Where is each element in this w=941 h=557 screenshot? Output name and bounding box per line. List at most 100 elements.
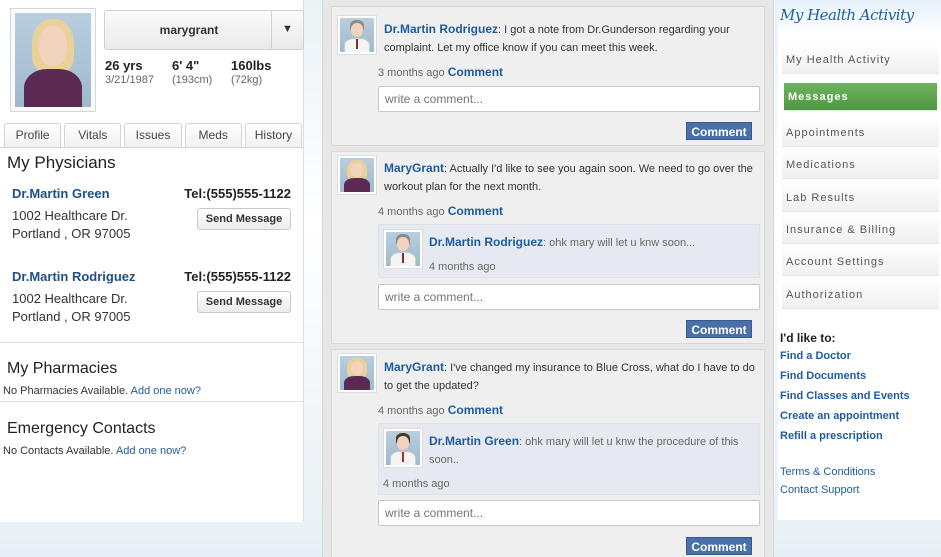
post-meta: 3 months ago Comment bbox=[378, 65, 503, 79]
height-metric: (193cm) bbox=[172, 74, 213, 86]
physician-address: 1002 Healthcare Dr. Portland , OR 97005 bbox=[12, 207, 131, 243]
birthdate-value: 3/21/1987 bbox=[105, 74, 154, 86]
message-feed: Dr.Martin Rodriguez: I got a note from D… bbox=[322, 0, 774, 557]
comment-button[interactable]: Comment bbox=[686, 320, 752, 338]
avatar bbox=[383, 229, 423, 269]
post-meta: 4 months ago Comment bbox=[378, 403, 503, 417]
comment-link[interactable]: Comment bbox=[448, 204, 503, 218]
physician-name-link[interactable]: Dr.Martin Green bbox=[12, 186, 110, 201]
weight-stat: 160lbs (72kg) bbox=[231, 58, 271, 86]
add-pharmacy-link[interactable]: Add one now? bbox=[131, 385, 201, 397]
send-message-button[interactable]: Send Message bbox=[197, 291, 291, 313]
address-line: 1002 Healthcare Dr. bbox=[12, 208, 128, 223]
message-post: MaryGrant: I've changed my insurance to … bbox=[331, 349, 765, 557]
logo-text: My Health Activity bbox=[780, 6, 914, 24]
comment-link[interactable]: Comment bbox=[448, 65, 503, 79]
contacts-note: No Contacts Available. Add one now? bbox=[3, 445, 186, 457]
profile-tabs: Profile Vitals Issues Meds History bbox=[4, 123, 303, 147]
avatar bbox=[15, 13, 91, 107]
sidebar-item-account-settings[interactable]: Account Settings bbox=[782, 248, 939, 276]
empty-text: No Pharmacies Available. bbox=[3, 385, 129, 397]
sidebar-item-appointments[interactable]: Appointments bbox=[782, 119, 939, 147]
pharmacies-note: No Pharmacies Available. Add one now? bbox=[3, 385, 201, 397]
post-body: Dr.Martin Rodriguez: I got a note from D… bbox=[384, 20, 756, 57]
author-link[interactable]: MaryGrant bbox=[384, 360, 444, 374]
post-body: MaryGrant: I've changed my insurance to … bbox=[384, 358, 758, 395]
find-doctor-link[interactable]: Find a Doctor bbox=[780, 350, 851, 362]
physicians-title: My Physicians bbox=[7, 153, 116, 172]
age-value: 26 yrs bbox=[105, 58, 143, 73]
tab-history[interactable]: History bbox=[244, 123, 303, 147]
find-documents-link[interactable]: Find Documents bbox=[780, 370, 866, 382]
timestamp: 4 months ago bbox=[383, 478, 450, 490]
comment-input[interactable] bbox=[378, 284, 760, 310]
address-line: 1002 Healthcare Dr. bbox=[12, 291, 128, 306]
user-menu-button[interactable]: marygrant ▼ bbox=[104, 10, 304, 50]
sidebar-item-messages[interactable]: Messages bbox=[784, 83, 937, 111]
address-line: Portland , OR 97005 bbox=[12, 226, 131, 241]
empty-text: No Contacts Available. bbox=[3, 445, 114, 457]
sidebar-item-medications[interactable]: Medications bbox=[782, 151, 939, 179]
section-divider bbox=[0, 401, 304, 402]
sidebar-item-lab-results[interactable]: Lab Results bbox=[782, 184, 939, 212]
add-contact-link[interactable]: Add one now? bbox=[116, 445, 186, 457]
contact-support-link[interactable]: Contact Support bbox=[780, 484, 860, 496]
chevron-down-icon[interactable]: ▼ bbox=[271, 11, 303, 49]
weight-metric: (72kg) bbox=[231, 74, 263, 86]
comment-input[interactable] bbox=[378, 86, 760, 112]
height-value: 6' 4" bbox=[172, 58, 200, 73]
timestamp: 4 months ago bbox=[378, 405, 445, 417]
reply-body: Dr.Martin Green: ohk mary will let u knw… bbox=[429, 432, 749, 469]
username-label: marygrant bbox=[159, 23, 219, 37]
refill-prescription-link[interactable]: Refill a prescription bbox=[780, 430, 883, 442]
profile-photo[interactable] bbox=[10, 8, 96, 112]
reply: Dr.Martin Green: ohk mary will let u knw… bbox=[378, 423, 760, 495]
height-stat: 6' 4" (193cm) bbox=[172, 58, 212, 86]
comment-button[interactable]: Comment bbox=[686, 537, 752, 555]
tab-profile[interactable]: Profile bbox=[4, 123, 62, 147]
author-link[interactable]: Dr.Martin Rodriguez bbox=[384, 22, 498, 36]
comment-input[interactable] bbox=[378, 500, 760, 526]
post-meta: 4 months ago Comment bbox=[378, 204, 503, 218]
avatar bbox=[337, 15, 377, 55]
author-link[interactable]: MaryGrant bbox=[384, 161, 444, 175]
terms-link[interactable]: Terms & Conditions bbox=[780, 466, 875, 478]
address-line: Portland , OR 97005 bbox=[12, 309, 131, 324]
reply-body: Dr.Martin Rodriguez: ohk mary will let u… bbox=[429, 233, 755, 252]
author-link[interactable]: Dr.Martin Green bbox=[429, 434, 519, 448]
reply: Dr.Martin Rodriguez: ohk mary will let u… bbox=[378, 224, 760, 278]
avatar bbox=[337, 155, 377, 195]
timestamp: 4 months ago bbox=[429, 261, 496, 273]
comment-link[interactable]: Comment bbox=[448, 403, 503, 417]
contacts-title: Emergency Contacts bbox=[7, 420, 156, 437]
physician-name-link[interactable]: Dr.Martin Rodriguez bbox=[12, 269, 136, 284]
sidebar-item-insurance-billing[interactable]: Insurance & Billing bbox=[782, 216, 939, 244]
timestamp: 3 months ago bbox=[378, 67, 445, 79]
create-appointment-link[interactable]: Create an appointment bbox=[780, 410, 899, 422]
logo[interactable]: My Health Activity bbox=[778, 0, 941, 36]
reply-text: : ohk mary will let u knw soon... bbox=[543, 237, 696, 249]
sidebar: My Health Activity My Health Activity Me… bbox=[778, 0, 941, 520]
comment-button[interactable]: Comment bbox=[686, 122, 752, 140]
timestamp: 4 months ago bbox=[378, 206, 445, 218]
tab-meds[interactable]: Meds bbox=[184, 123, 242, 147]
sidebar-item-my-health-activity[interactable]: My Health Activity bbox=[782, 46, 939, 74]
avatar bbox=[383, 428, 423, 468]
author-link[interactable]: Dr.Martin Rodriguez bbox=[429, 235, 543, 249]
profile-panel: marygrant ▼ 26 yrs 3/21/1987 6' 4" (193c… bbox=[0, 0, 304, 522]
quick-links-title: I'd like to: bbox=[780, 331, 836, 345]
physician-address: 1002 Healthcare Dr. Portland , OR 97005 bbox=[12, 290, 131, 326]
message-post: Dr.Martin Rodriguez: I got a note from D… bbox=[331, 6, 765, 146]
sidebar-item-authorization[interactable]: Authorization bbox=[782, 281, 939, 309]
find-classes-link[interactable]: Find Classes and Events bbox=[780, 390, 910, 402]
avatar bbox=[337, 353, 377, 393]
send-message-button[interactable]: Send Message bbox=[197, 208, 291, 230]
section-divider bbox=[0, 342, 304, 343]
post-body: MaryGrant: Actually I'd like to see you … bbox=[384, 159, 756, 196]
physician-phone: Tel:(555)555-1122 bbox=[184, 269, 291, 284]
pharmacies-title: My Pharmacies bbox=[7, 360, 118, 377]
tab-issues[interactable]: Issues bbox=[124, 123, 182, 147]
tabs-divider bbox=[0, 147, 304, 148]
tab-vitals[interactable]: Vitals bbox=[64, 123, 122, 147]
weight-value: 160lbs bbox=[231, 58, 272, 73]
